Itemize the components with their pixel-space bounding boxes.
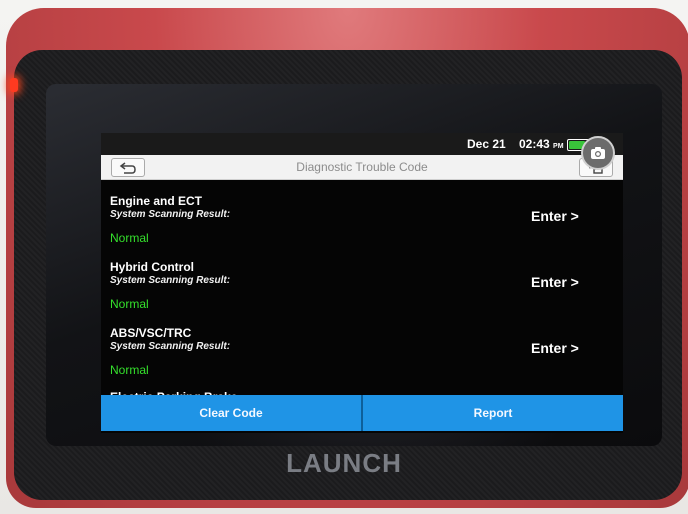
system-item-hybrid: Hybrid Control System Scanning Result: N… (101, 246, 623, 312)
enter-button-abs[interactable]: Enter > (531, 340, 579, 356)
system-list: Engine and ECT System Scanning Result: N… (101, 180, 623, 400)
status-date: Dec 21 (467, 137, 506, 151)
screenshot-camera-button[interactable] (581, 136, 615, 170)
title-bar: Diagnostic Trouble Code (101, 155, 623, 180)
system-name: ABS/VSC/TRC (110, 326, 192, 340)
report-button[interactable]: Report (361, 395, 623, 431)
camera-icon (591, 147, 605, 159)
status-time-value: 02:43 (519, 137, 550, 151)
page-title: Diagnostic Trouble Code (296, 160, 428, 174)
scan-status: Normal (110, 231, 149, 245)
enter-button-engine[interactable]: Enter > (531, 208, 579, 224)
scan-status: Normal (110, 363, 149, 377)
action-bar: Clear Code Report (101, 395, 623, 431)
app-window: Dec 21 02:43 PM Diagnostic Trouble Code (101, 133, 623, 433)
scan-result-label: System Scanning Result: (110, 209, 231, 220)
enter-button-hybrid[interactable]: Enter > (531, 274, 579, 290)
system-item-engine: Engine and ECT System Scanning Result: N… (101, 180, 623, 246)
status-meridiem: PM (553, 143, 564, 150)
power-led (10, 78, 18, 92)
system-name: Engine and ECT (110, 194, 203, 208)
status-time: 02:43 PM (519, 137, 564, 151)
brand-logo: LAUNCH (286, 448, 402, 478)
scan-result-label: System Scanning Result: (110, 341, 231, 352)
clear-code-button[interactable]: Clear Code (101, 395, 361, 431)
system-item-abs: ABS/VSC/TRC System Scanning Result: Norm… (101, 312, 623, 378)
scan-result-label: System Scanning Result: (110, 275, 231, 286)
system-name: Hybrid Control (110, 260, 194, 274)
scan-status: Normal (110, 297, 149, 311)
status-bar: Dec 21 02:43 PM (101, 133, 623, 155)
